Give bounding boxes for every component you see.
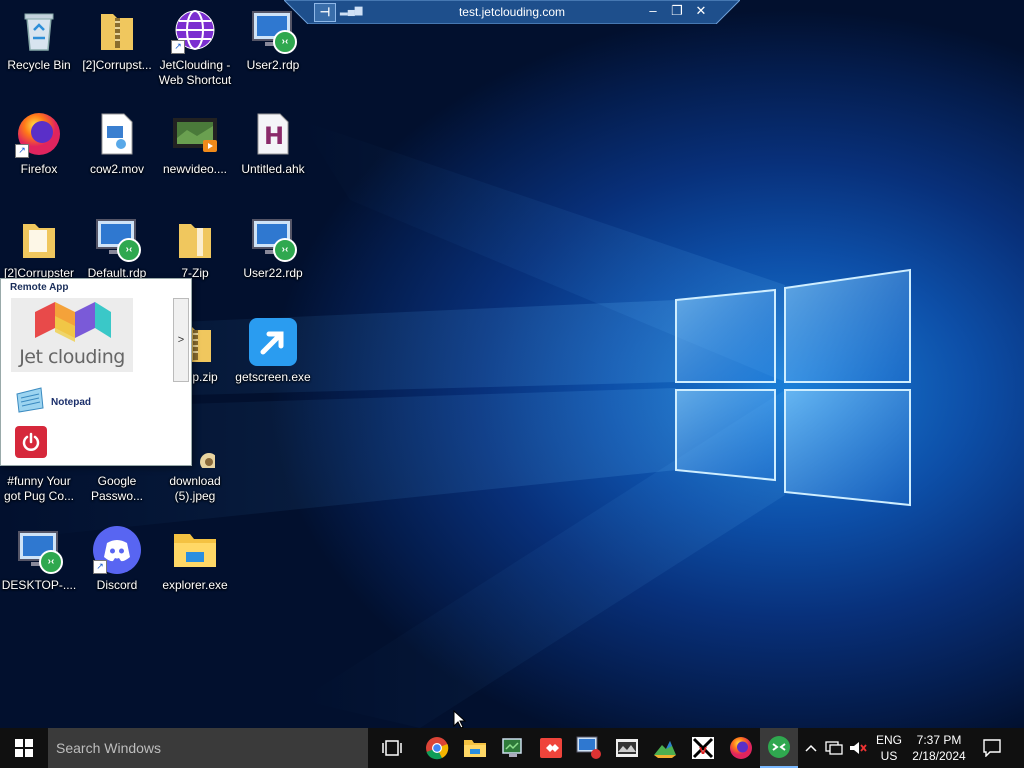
desktop-icon-newvideo[interactable]: newvideo.... [156, 104, 234, 200]
clock[interactable]: 7:37 PM 2/18/2024 [908, 728, 970, 768]
desktop-icon-label: newvideo.... [162, 162, 228, 176]
firefox-icon: ↗ [15, 110, 63, 158]
rdp-badge-icon: ›‹ [273, 30, 297, 54]
rdp-icon: ›‹ [15, 526, 63, 574]
recycle-bin-icon [15, 6, 63, 54]
desktop-icon-discord[interactable]: ↗ Discord [78, 520, 156, 616]
firefox-taskbar-icon[interactable] [722, 728, 760, 768]
desktop-icon-label: explorer.exe [162, 578, 228, 592]
taskbar-search-box[interactable]: Search Windows [48, 728, 368, 768]
remote-minimize-button[interactable]: – [645, 4, 661, 18]
rdp-icon: ›‹ [93, 214, 141, 262]
remote-restore-button[interactable]: ❐ [669, 4, 685, 18]
anydesk-icon[interactable] [532, 728, 570, 768]
rdp-connection-icon[interactable] [570, 728, 608, 768]
remote-app-notepad[interactable]: Notepad [15, 386, 91, 419]
desktop-icon-explorer[interactable]: explorer.exe [156, 520, 234, 616]
remote-close-button[interactable]: ✕ [693, 4, 709, 18]
region-code: US [880, 749, 898, 763]
desktop-icon-label: User22.rdp [243, 266, 303, 280]
file-explorer-icon[interactable] [456, 728, 494, 768]
discord-icon: ↗ [93, 526, 141, 574]
desktop-icon-label: Discord [96, 578, 138, 592]
desktop-icon-firefox[interactable]: ↗ Firefox [0, 104, 78, 200]
rdp-icon: ›‹ [249, 214, 297, 262]
desktop-icon-user22-rdp[interactable]: ›‹ User22.rdp [234, 208, 312, 304]
desktop-icon-recycle-bin[interactable]: Recycle Bin [0, 0, 78, 96]
desktop-icon-label: download (5).jpeg [169, 474, 221, 503]
video-editor-icon[interactable] [608, 728, 646, 768]
svg-text:V: V [699, 746, 707, 757]
task-view-icon[interactable] [373, 728, 411, 768]
panel-scroll-right-button[interactable]: > [173, 298, 189, 382]
clock-date: 2/18/2024 [912, 749, 966, 763]
language-code: ENG [875, 733, 902, 747]
desktop-icon-label: #funny Your got Pug Co... [3, 474, 75, 503]
web-globe-icon: ↗ [171, 6, 219, 54]
desktop-icon-label: User2.rdp [246, 58, 300, 72]
vcxsrv-icon[interactable]: V [684, 728, 722, 768]
ahk-script-icon: H [249, 110, 297, 158]
desktop-icon-label: cow2.mov [89, 162, 145, 176]
shortcut-arrow-icon: ↗ [93, 560, 107, 574]
power-icon [22, 432, 40, 451]
desktop-icon-label: JetClouding - Web Shortcut [158, 58, 232, 87]
folder-icon [171, 214, 219, 262]
network-icon[interactable] [823, 728, 845, 768]
show-hidden-icons-chevron-icon[interactable] [802, 728, 820, 768]
power-button[interactable] [15, 426, 47, 458]
video-file-icon [93, 110, 141, 158]
folder-icon [15, 214, 63, 262]
windows-logo-icon [15, 739, 33, 757]
desktop-icon-label: Google Passwo... [90, 474, 144, 503]
desktop-icon-getscreen[interactable]: getscreen.exe [234, 312, 312, 408]
clock-time: 7:37 PM [916, 733, 962, 747]
desktop-icon-corrupst-zip[interactable]: [2]Corrupst... [78, 0, 156, 96]
taskbar: Search Windows V ENG US 7:37 PM 2/18/202… [0, 728, 1024, 768]
terrain-app-icon[interactable] [646, 728, 684, 768]
chrome-icon[interactable] [418, 728, 456, 768]
desktop-icon-desktop-rdp[interactable]: ›‹ DESKTOP-.... [0, 520, 78, 616]
desktop-icon-label: Recycle Bin [7, 58, 71, 72]
desktop-icon-label: [2]Corrupst... [82, 58, 152, 72]
remote-connection-bar: ⊣ ▂▄▆ test.jetclouding.com – ❐ ✕ [284, 0, 740, 24]
action-center-icon[interactable] [976, 728, 1008, 768]
notepad-icon [15, 386, 45, 419]
zip-folder-icon [93, 6, 141, 54]
remote-desktop-manager-icon[interactable] [494, 728, 532, 768]
desktop-icon-untitled-ahk[interactable]: H Untitled.ahk [234, 104, 312, 200]
shortcut-arrow-icon: ↗ [15, 144, 29, 158]
volume-muted-icon[interactable] [847, 728, 869, 768]
rdp-badge-icon: ›‹ [39, 550, 63, 574]
desktop-icon-cow2-mov[interactable]: cow2.mov [78, 104, 156, 200]
remote-app-panel: Remote App Jet clouding > Notepad [0, 278, 192, 466]
logo-text: Jet clouding [19, 346, 125, 368]
shortcut-arrow-icon: ↗ [171, 40, 185, 54]
desktop-icon-label: Untitled.ahk [241, 162, 305, 176]
desktop-icon-jetclouding-shortcut[interactable]: ↗ JetClouding - Web Shortcut [156, 0, 234, 96]
start-button[interactable] [0, 728, 48, 768]
video-thumbnail-icon [171, 110, 219, 158]
desktop-icon-label: Firefox [20, 162, 58, 176]
remote-app-title: Remote App [10, 282, 69, 293]
jetclouding-logo: Jet clouding [11, 298, 133, 372]
desktop-icon-label: DESKTOP-.... [1, 578, 77, 592]
getscreen-icon [249, 318, 297, 366]
explorer-folder-icon [171, 526, 219, 574]
rdp-badge-icon: ›‹ [273, 238, 297, 262]
input-language-indicator[interactable]: ENG US [872, 728, 906, 768]
rdp-badge-icon: ›‹ [117, 238, 141, 262]
desktop-icon-label: getscreen.exe [235, 370, 311, 384]
svg-text:H: H [264, 122, 284, 150]
remote-app-label: Notepad [51, 396, 91, 408]
jetclouding-rdp-icon[interactable] [760, 728, 798, 768]
